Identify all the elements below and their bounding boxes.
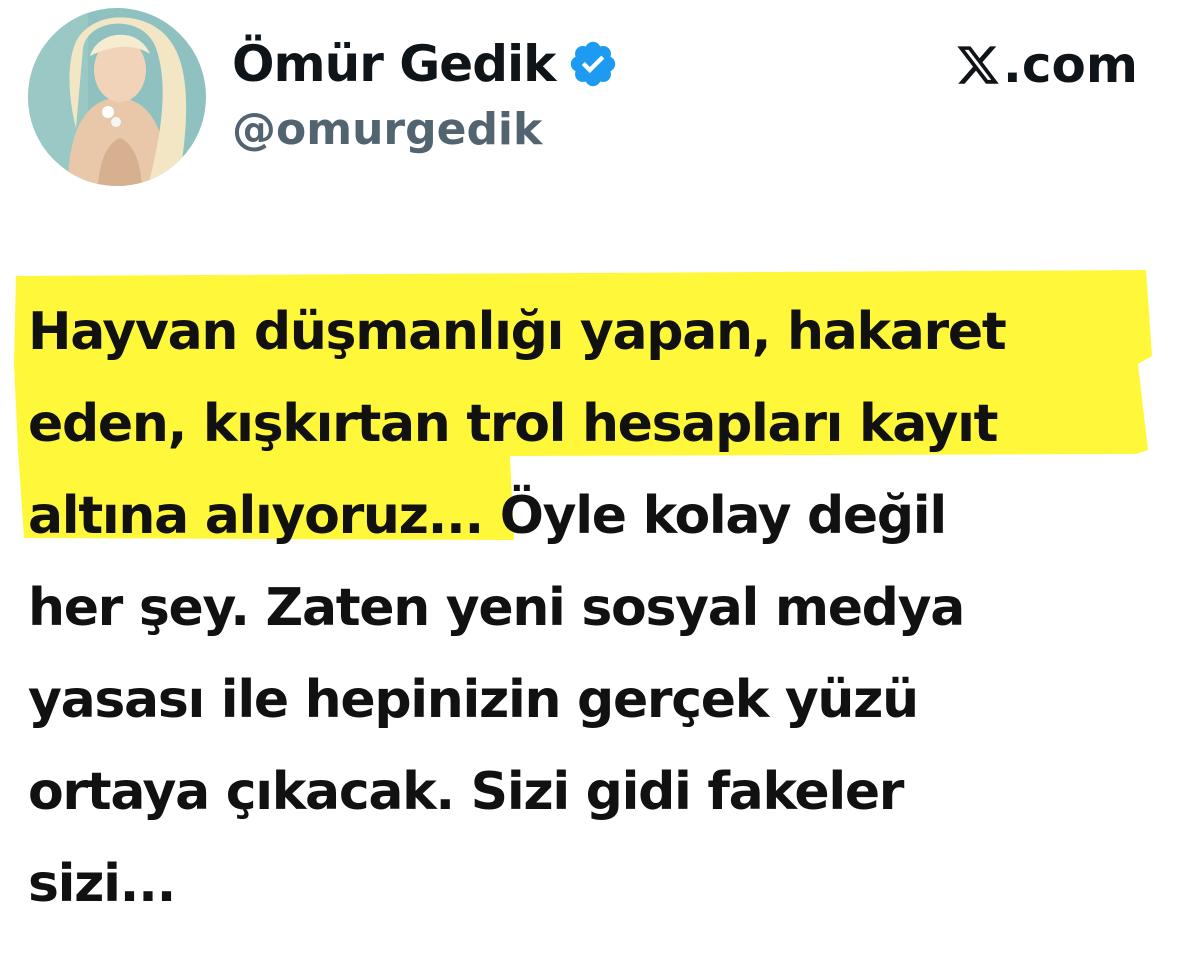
tweet-line-text: Hayvan düşmanlığı yapan, hakaret: [28, 302, 1007, 362]
tweet-line: eden, kışkırtan trol hesapları kayıt: [28, 378, 1168, 470]
tweet-line: Hayvan düşmanlığı yapan, hakaret: [28, 286, 1168, 378]
avatar[interactable]: [28, 8, 206, 186]
tweet-text: Hayvan düşmanlığı yapan, hakaret eden, k…: [28, 286, 1168, 930]
tweet-line: ortaya çıkacak. Sizi gidi fakeler: [28, 746, 1168, 838]
avatar-image: [28, 8, 206, 186]
author-name-row[interactable]: Ömür Gedik: [232, 28, 619, 100]
tweet-line-text: ortaya çıkacak. Sizi gidi fakeler: [28, 762, 904, 822]
tweet-line: sizi...: [28, 838, 1168, 930]
author-handle[interactable]: @omurgedik: [232, 104, 542, 155]
verified-badge-icon: [567, 38, 619, 90]
tweet-line-text: sizi...: [28, 854, 176, 914]
tweet-line-text: yasası ile hepinizin gerçek yüzü: [28, 670, 919, 730]
tweet-header: Ömür Gedik @omurgedik .com: [0, 0, 1200, 200]
brand-watermark: .com: [955, 36, 1138, 94]
tweet-line-text-highlighted: altına alıyoruz...: [28, 486, 484, 546]
tweet-line-text: her şey. Zaten yeni sosyal medya: [28, 578, 965, 638]
x-logo-icon: [955, 42, 1001, 88]
display-name[interactable]: Ömür Gedik: [232, 35, 556, 93]
brand-domain: .com: [1002, 36, 1138, 94]
tweet-line-text: Öyle kolay değil: [482, 486, 947, 546]
tweet-line: yasası ile hepinizin gerçek yüzü: [28, 654, 1168, 746]
tweet-line-text: eden, kışkırtan trol hesapları kayıt: [28, 394, 998, 454]
tweet-line: her şey. Zaten yeni sosyal medya: [28, 562, 1168, 654]
tweet-line: altına alıyoruz... Öyle kolay değil: [28, 470, 1168, 562]
